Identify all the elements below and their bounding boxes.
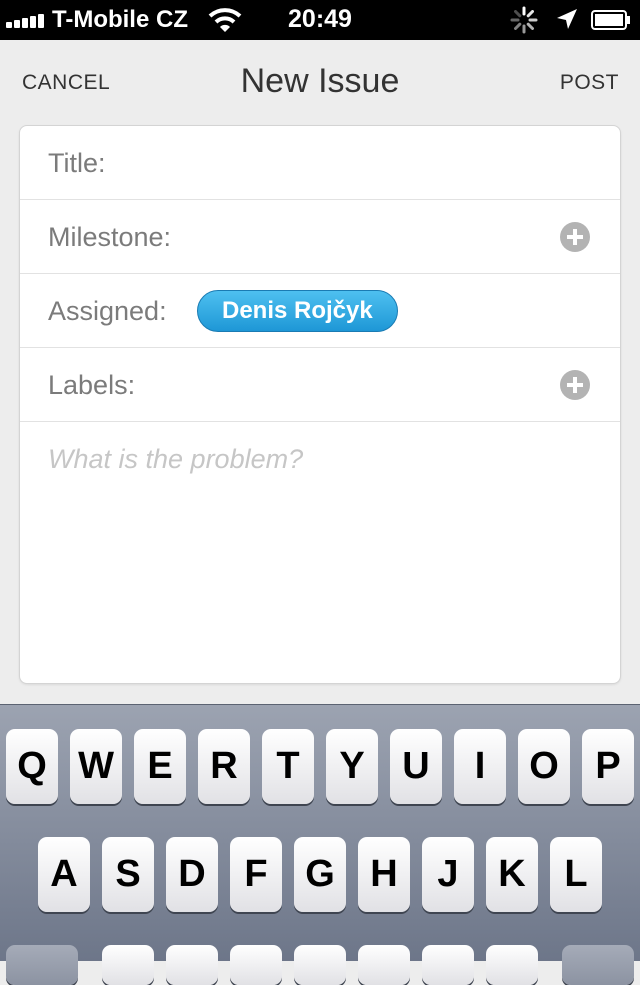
location-arrow-icon [557,9,577,29]
key-i[interactable]: I [454,729,506,804]
key-b[interactable] [358,945,410,985]
add-label-icon[interactable] [560,370,590,400]
key-e[interactable]: E [134,729,186,804]
key-z[interactable] [102,945,154,985]
key-u[interactable]: U [390,729,442,804]
key-d[interactable]: D [166,837,218,912]
key-h[interactable]: H [358,837,410,912]
key-c[interactable] [230,945,282,985]
key-o[interactable]: O [518,729,570,804]
activity-spinner-icon [510,6,538,34]
labels-row[interactable]: Labels: [20,348,620,422]
key-l[interactable]: L [550,837,602,912]
issue-form: Title: Milestone: Assigned: Denis Rojčyk… [19,125,621,684]
key-q[interactable]: Q [6,729,58,804]
key-r[interactable]: R [198,729,250,804]
key-g[interactable]: G [294,837,346,912]
key-f[interactable]: F [230,837,282,912]
key-j[interactable]: J [422,837,474,912]
key-m[interactable] [486,945,538,985]
clock: 20:49 [288,5,352,33]
key-a[interactable]: A [38,837,90,912]
key-y[interactable]: Y [326,729,378,804]
assignee-token[interactable]: Denis Rojčyk [197,290,398,332]
key-w[interactable]: W [70,729,122,804]
post-button[interactable]: POST [560,71,619,95]
key-x[interactable] [166,945,218,985]
status-bar: T-Mobile CZ 20:49 [0,0,640,40]
keyboard: Q W E R T Y U I O P A S D F G H J K L [0,704,640,985]
milestone-label: Milestone: [48,222,172,252]
labels-label: Labels: [48,370,136,400]
title-label: Title: [48,148,106,178]
description-input[interactable] [48,444,588,475]
nav-bar: CANCEL New Issue POST [0,40,640,124]
key-t[interactable]: T [262,729,314,804]
assigned-label: Assigned: [48,296,167,326]
battery-icon [591,10,630,30]
key-n[interactable] [422,945,474,985]
milestone-row[interactable]: Milestone: [20,200,620,274]
assigned-row[interactable]: Assigned: Denis Rojčyk [20,274,620,348]
key-s[interactable]: S [102,837,154,912]
title-row[interactable]: Title: [20,126,620,200]
key-p[interactable]: P [582,729,634,804]
page-title: New Issue [240,62,400,100]
shift-key[interactable] [6,945,78,985]
delete-key[interactable] [562,945,634,985]
add-milestone-icon[interactable] [560,222,590,252]
key-v[interactable] [294,945,346,985]
key-k[interactable]: K [486,837,538,912]
